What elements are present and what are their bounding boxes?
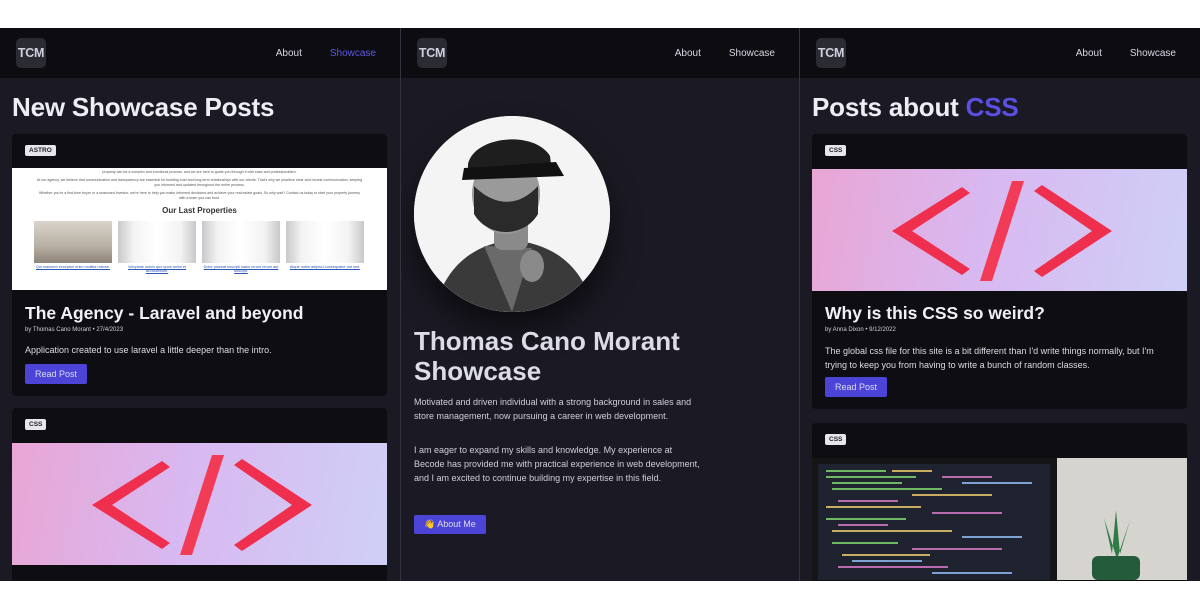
read-post-button[interactable]: Read Post <box>25 364 88 384</box>
logo[interactable]: TCM <box>816 38 846 68</box>
post-thumbnail <box>812 458 1187 580</box>
property-photo <box>202 221 280 263</box>
post-thumbnail <box>812 169 1187 291</box>
thumb-text: property can be a complex and emotional … <box>102 170 297 174</box>
post-description: Application created to use laravel a lit… <box>25 345 272 355</box>
page-title: Posts about CSS <box>800 78 1200 123</box>
thumb-properties: Qui maiorem excepturi enim mollitia rati… <box>12 215 387 273</box>
post-title[interactable]: The Agency - Laravel and beyond <box>12 303 316 324</box>
post-card[interactable]: CSS Why is this CSS so weird? by Anna Di… <box>812 134 1187 409</box>
code-brackets-image <box>92 455 312 555</box>
property-photo <box>118 221 196 263</box>
tag-badge[interactable]: CSS <box>25 419 47 430</box>
nav-about-link[interactable]: About <box>1076 48 1102 59</box>
intro-paragraph: I am eager to expand my skills and knowl… <box>414 445 700 483</box>
bracket-left-shape <box>892 187 970 275</box>
slash-shape <box>980 181 1024 281</box>
page-title: New Showcase Posts <box>12 92 275 122</box>
about-me-button[interactable]: 👋 About Me <box>414 515 486 534</box>
post-card[interactable]: ASTRO property can be a complex and emot… <box>12 134 387 396</box>
property-item: Qui maiorem excepturi enim mollitia rati… <box>34 221 112 273</box>
bracket-right-shape <box>234 459 312 551</box>
post-thumbnail <box>12 443 387 565</box>
hero-title-line: Showcase <box>414 356 542 386</box>
nav-links: About Showcase <box>1076 48 1176 59</box>
slash-shape <box>180 455 224 555</box>
post-title[interactable]: Why is this CSS so weird? <box>812 303 1058 324</box>
panel-css-posts: TCM About Showcase Posts about CSS CSS W… <box>800 28 1200 581</box>
nav-about-link[interactable]: About <box>675 48 701 59</box>
code-brackets-image <box>892 181 1112 281</box>
nav-links: About Showcase <box>276 48 376 59</box>
navbar: TCM About Showcase <box>0 28 400 78</box>
laptop-code-image <box>812 458 1187 580</box>
post-thumbnail: property can be a complex and emotional … <box>12 168 387 290</box>
thumb-text: At our agency, we believe that communica… <box>36 178 363 187</box>
property-photo <box>34 221 112 263</box>
thumb-text: Whether you're a first-time buyer or a s… <box>39 191 360 200</box>
nav-about-link[interactable]: About <box>276 48 302 59</box>
property-link[interactable]: Atque nobis adipisci consequatur aut sed… <box>286 265 364 269</box>
property-link[interactable]: Voluptate omnis quo quos animi et accusa… <box>118 265 196 273</box>
property-link[interactable]: Dolor placeat suscipit natus rerum rerum… <box>202 265 280 273</box>
post-card[interactable]: CSS <box>812 423 1187 581</box>
property-item: Atque nobis adipisci consequatur aut sed… <box>286 221 364 273</box>
read-post-button[interactable]: Read Post <box>825 377 888 397</box>
property-item: Voluptate omnis quo quos animi et accusa… <box>118 221 196 273</box>
nav-showcase-link[interactable]: Showcase <box>330 48 376 59</box>
post-card[interactable]: CSS <box>12 408 387 581</box>
tag-badge[interactable]: ASTRO <box>25 145 56 156</box>
tag-badge[interactable]: CSS <box>825 434 847 445</box>
portrait-photo <box>414 116 610 312</box>
property-link[interactable]: Qui maiorem excepturi enim mollitia rati… <box>34 265 112 269</box>
bracket-left-shape <box>92 461 170 549</box>
hero-title: Thomas Cano Morant Showcase <box>414 326 774 386</box>
navbar: TCM About Showcase <box>800 28 1200 78</box>
tag-badge[interactable]: CSS <box>825 145 847 156</box>
navbar: TCM About Showcase <box>401 28 799 78</box>
avatar <box>414 116 610 312</box>
bracket-right-shape <box>1034 185 1112 277</box>
post-description: The global css file for this site is a b… <box>825 346 1154 370</box>
panel-home: TCM About Showcase Thomas Cano Morant Sh… <box>400 28 800 581</box>
post-meta: by Thomas Cano Morant • 27/4/2023 <box>25 327 124 333</box>
logo[interactable]: TCM <box>16 38 46 68</box>
thumb-heading: Our Last Properties <box>162 206 237 215</box>
nav-links: About Showcase <box>675 48 775 59</box>
property-item: Dolor placeat suscipit natus rerum rerum… <box>202 221 280 273</box>
panel-new-showcase: TCM About Showcase New Showcase Posts AS… <box>0 28 400 581</box>
logo[interactable]: TCM <box>417 38 447 68</box>
intro-paragraph: Motivated and driven individual with a s… <box>414 397 692 421</box>
nav-showcase-link[interactable]: Showcase <box>729 48 775 59</box>
page-title-text: Posts about <box>812 92 966 122</box>
post-meta: by Anna Dixon • 9/12/2022 <box>825 327 896 333</box>
nav-showcase-link[interactable]: Showcase <box>1130 48 1176 59</box>
page-title-accent: CSS <box>965 92 1019 122</box>
property-photo <box>286 221 364 263</box>
showcase-collage: TCM About Showcase New Showcase Posts AS… <box>0 28 1200 581</box>
hero-title-line: Thomas Cano Morant <box>414 326 680 356</box>
